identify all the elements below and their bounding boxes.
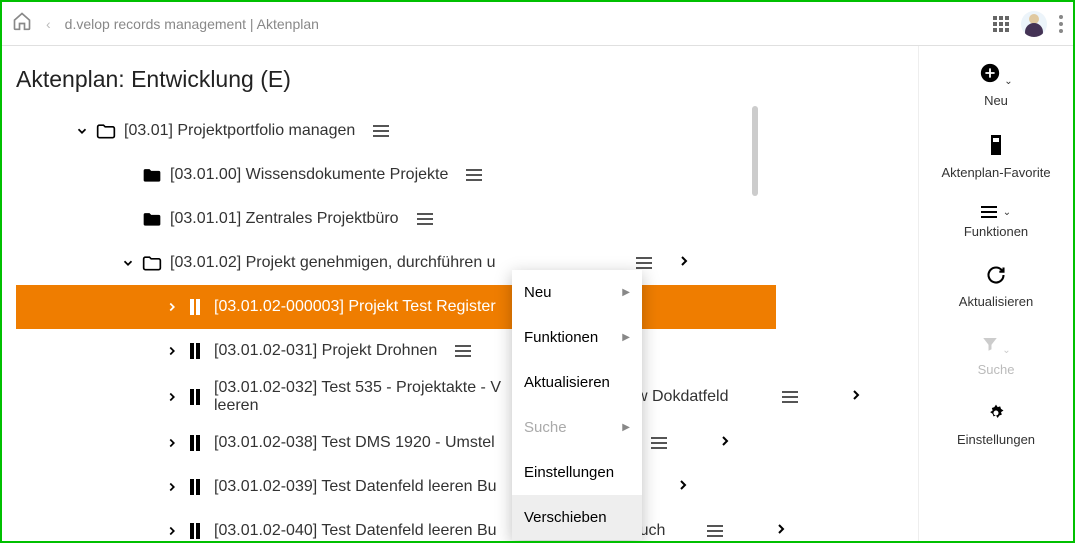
side-favorite[interactable]: Aktenplan-Favorite [941,134,1050,180]
tree-label: [03.01.02-032] Test 535 - Projektakte - … [208,379,501,397]
filter-icon: ⌄ [981,335,1010,356]
chevron-right-icon[interactable] [676,253,692,274]
menu-icon: ⌄ [981,206,1011,218]
home-icon[interactable] [12,11,32,36]
row-menu-icon[interactable] [636,257,652,269]
collapse-icon[interactable] [116,256,140,270]
tree-label: [03.01.02-038] Test DMS 1920 - Umstel [208,434,495,452]
tree-row-selected[interactable]: [03.01.02-000003] Projekt Test Register [16,285,776,329]
tree-label: [03.01.02-040] Test Datenfeld leeren Bu [208,522,497,540]
tree-label: [03.01.02-039] Test Datenfeld leeren Bu [208,478,497,496]
binder-icon [184,433,208,453]
tree-label: leeren [208,397,501,415]
avatar[interactable] [1021,11,1047,37]
ctx-aktualisieren[interactable]: Aktualisieren [512,360,642,405]
tree-label: [03.01] Projektportfolio managen [118,122,355,140]
submenu-arrow-icon: ▶ [622,287,630,298]
tree-row[interactable]: [03.01.02-031] Projekt Drohnen [16,329,918,373]
chevron-right-icon[interactable] [717,433,733,454]
main-panel: Aktenplan: Entwicklung (E) [03.01] Proje… [2,46,918,541]
app-header: ‹ d.velop records management | Aktenplan [2,2,1073,46]
ctx-suche: Suche▶ [512,405,642,450]
ctx-funktionen[interactable]: Funktionen▶ [512,315,642,360]
expand-icon[interactable] [160,390,184,404]
folder-open-icon [140,254,164,272]
row-menu-icon[interactable] [455,345,471,357]
row-menu-icon[interactable] [373,125,389,137]
submenu-arrow-icon: ▶ [622,422,630,433]
tree-label: [03.01.02-031] Projekt Drohnen [208,342,437,360]
tree-label: [03.01.00] Wissensdokumente Projekte [164,166,448,184]
tree-row[interactable]: [03.01.00] Wissensdokumente Projekte [16,153,918,197]
more-menu-icon[interactable] [1059,15,1063,33]
ctx-neu[interactable]: Neu▶ [512,270,642,315]
folder-icon [140,166,164,184]
row-menu-icon[interactable] [707,525,723,537]
gear-icon [986,403,1006,426]
expand-icon[interactable] [160,300,184,314]
tree-row[interactable]: [03.01.02-038] Test DMS 1920 - Umstel [16,421,918,465]
row-menu-icon[interactable] [782,391,798,403]
collapse-icon[interactable] [70,124,94,138]
page-title: Aktenplan: Entwicklung (E) [16,66,918,93]
folder-icon [140,210,164,228]
ctx-einstellungen[interactable]: Einstellungen [512,450,642,495]
breadcrumb[interactable]: d.velop records management | Aktenplan [65,16,319,32]
apps-grid-icon[interactable] [993,16,1009,32]
submenu-arrow-icon: ▶ [622,332,630,343]
tree: [03.01] Projektportfolio managen [03.01.… [16,109,918,541]
chevron-right-icon[interactable] [773,521,789,542]
row-menu-icon[interactable] [651,437,667,449]
tree-label: [03.01.01] Zentrales Projektbüro [164,210,399,228]
side-funktionen[interactable]: ⌄ Funktionen [964,206,1028,239]
context-menu: Neu▶ Funktionen▶ Aktualisieren Suche▶ Ei… [512,270,642,540]
tree-label-tail: w Dokdatfeld [636,388,729,406]
binder-icon [184,521,208,541]
tree-label: [03.01.02-000003] Projekt Test Register [208,298,496,316]
expand-icon[interactable] [160,480,184,494]
tree-row[interactable]: [03.01.02-040] Test Datenfeld leeren Bu … [16,509,918,541]
plus-circle-icon: ⌄ [979,62,1012,87]
binder-icon [184,387,208,407]
refresh-icon [986,265,1006,288]
folder-open-icon [94,122,118,140]
expand-icon[interactable] [160,524,184,538]
chevron-right-icon[interactable] [848,387,864,408]
side-suche: ⌄ Suche [978,335,1015,377]
expand-icon[interactable] [160,344,184,358]
ctx-verschieben[interactable]: Verschieben [512,495,642,540]
side-einstellungen[interactable]: Einstellungen [957,403,1035,447]
scrollbar[interactable] [752,106,758,196]
binder-icon [184,341,208,361]
tree-label: [03.01.02] Projekt genehmigen, durchführ… [164,254,496,272]
side-neu[interactable]: ⌄ Neu [979,62,1012,108]
binder-icon [184,297,208,317]
tree-row[interactable]: [03.01] Projektportfolio managen [16,109,918,153]
tree-row[interactable]: [03.01.02] Projekt genehmigen, durchführ… [16,241,918,285]
chevron-right-icon[interactable] [675,477,691,498]
tree-row[interactable]: [03.01.01] Zentrales Projektbüro [16,197,918,241]
expand-icon[interactable] [160,436,184,450]
side-panel: ⌄ Neu Aktenplan-Favorite ⌄ Funktionen Ak… [918,46,1073,541]
binder-icon [184,477,208,497]
bookmark-icon [987,134,1005,159]
row-menu-icon[interactable] [417,213,433,225]
side-aktualisieren[interactable]: Aktualisieren [959,265,1033,309]
row-menu-icon[interactable] [466,169,482,181]
tree-row[interactable]: [03.01.02-039] Test Datenfeld leeren Bu [16,465,918,509]
tree-row[interactable]: [03.01.02-032] Test 535 - Projektakte - … [16,373,918,421]
back-chevron-icon[interactable]: ‹ [46,16,51,32]
